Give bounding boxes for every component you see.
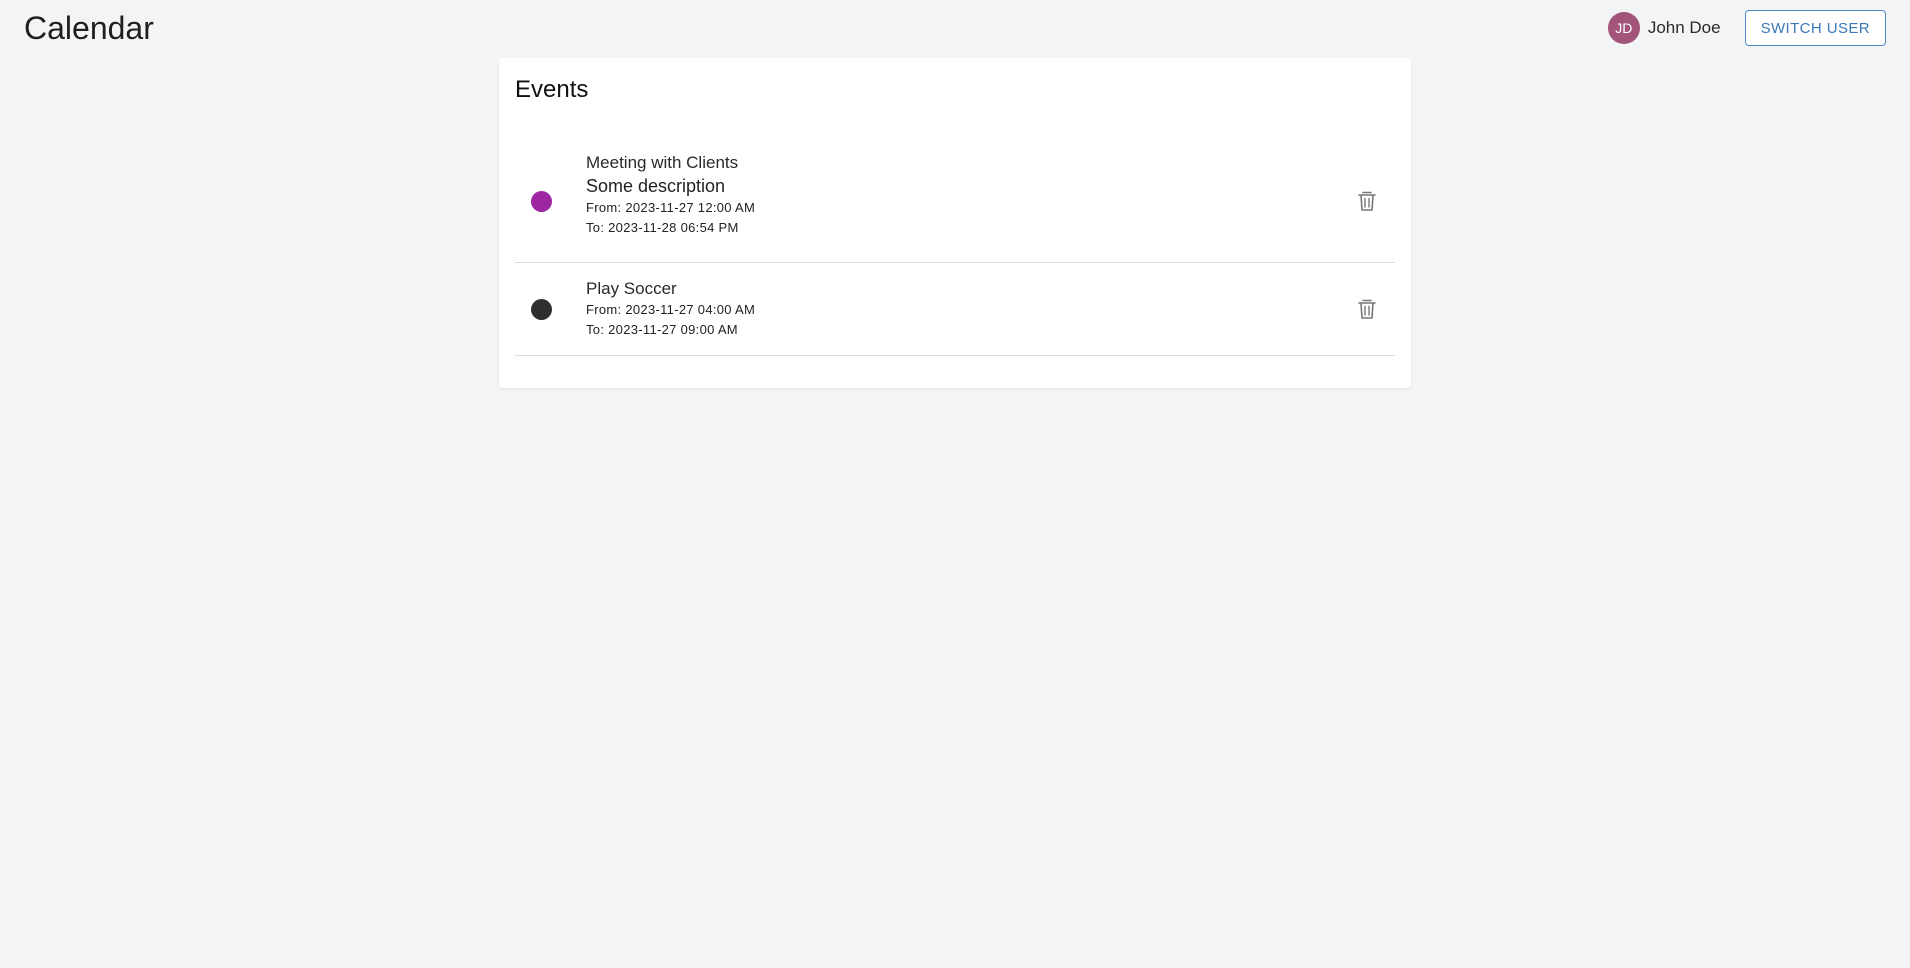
event-text: Meeting with Clients Some description Fr… (586, 152, 755, 238)
user-area: JD John Doe SWITCH USER (1607, 10, 1886, 46)
event-color-dot (531, 191, 552, 212)
user-name: John Doe (1647, 18, 1721, 37)
event-list: Meeting with Clients Some description Fr… (515, 150, 1395, 356)
event-title: Meeting with Clients (586, 153, 739, 172)
event-to: To: 2023-11-27 09:00 AM (586, 322, 738, 337)
app-title: Calendar (24, 10, 154, 46)
event-from: From: 2023-11-27 04:00 AM (586, 302, 756, 317)
trash-icon (1358, 299, 1376, 319)
event-list-item[interactable]: Play Soccer From: 2023-11-27 04:00 AM To… (515, 263, 1395, 356)
event-text: Play Soccer From: 2023-11-27 04:00 AM To… (586, 278, 755, 340)
event-from: From: 2023-11-27 12:00 AM (586, 200, 756, 215)
event-description: Some description (586, 176, 726, 196)
events-card-title: Events (515, 76, 589, 103)
event-to: To: 2023-11-28 06:54 PM (586, 220, 739, 235)
delete-event-button[interactable] (1349, 183, 1385, 219)
events-card: Events Meeting with Clients Some descrip… (499, 58, 1411, 388)
delete-event-button[interactable] (1349, 291, 1385, 327)
event-title: Play Soccer (586, 279, 677, 298)
event-list-item[interactable]: Meeting with Clients Some description Fr… (515, 150, 1395, 263)
avatar: JD (1607, 12, 1640, 44)
event-color-dot (531, 299, 552, 320)
app-bar: Calendar JD John Doe SWITCH USER (0, 0, 1910, 56)
trash-icon (1358, 191, 1376, 211)
user-info: JD John Doe (1607, 12, 1721, 44)
switch-user-button[interactable]: SWITCH USER (1744, 10, 1886, 46)
